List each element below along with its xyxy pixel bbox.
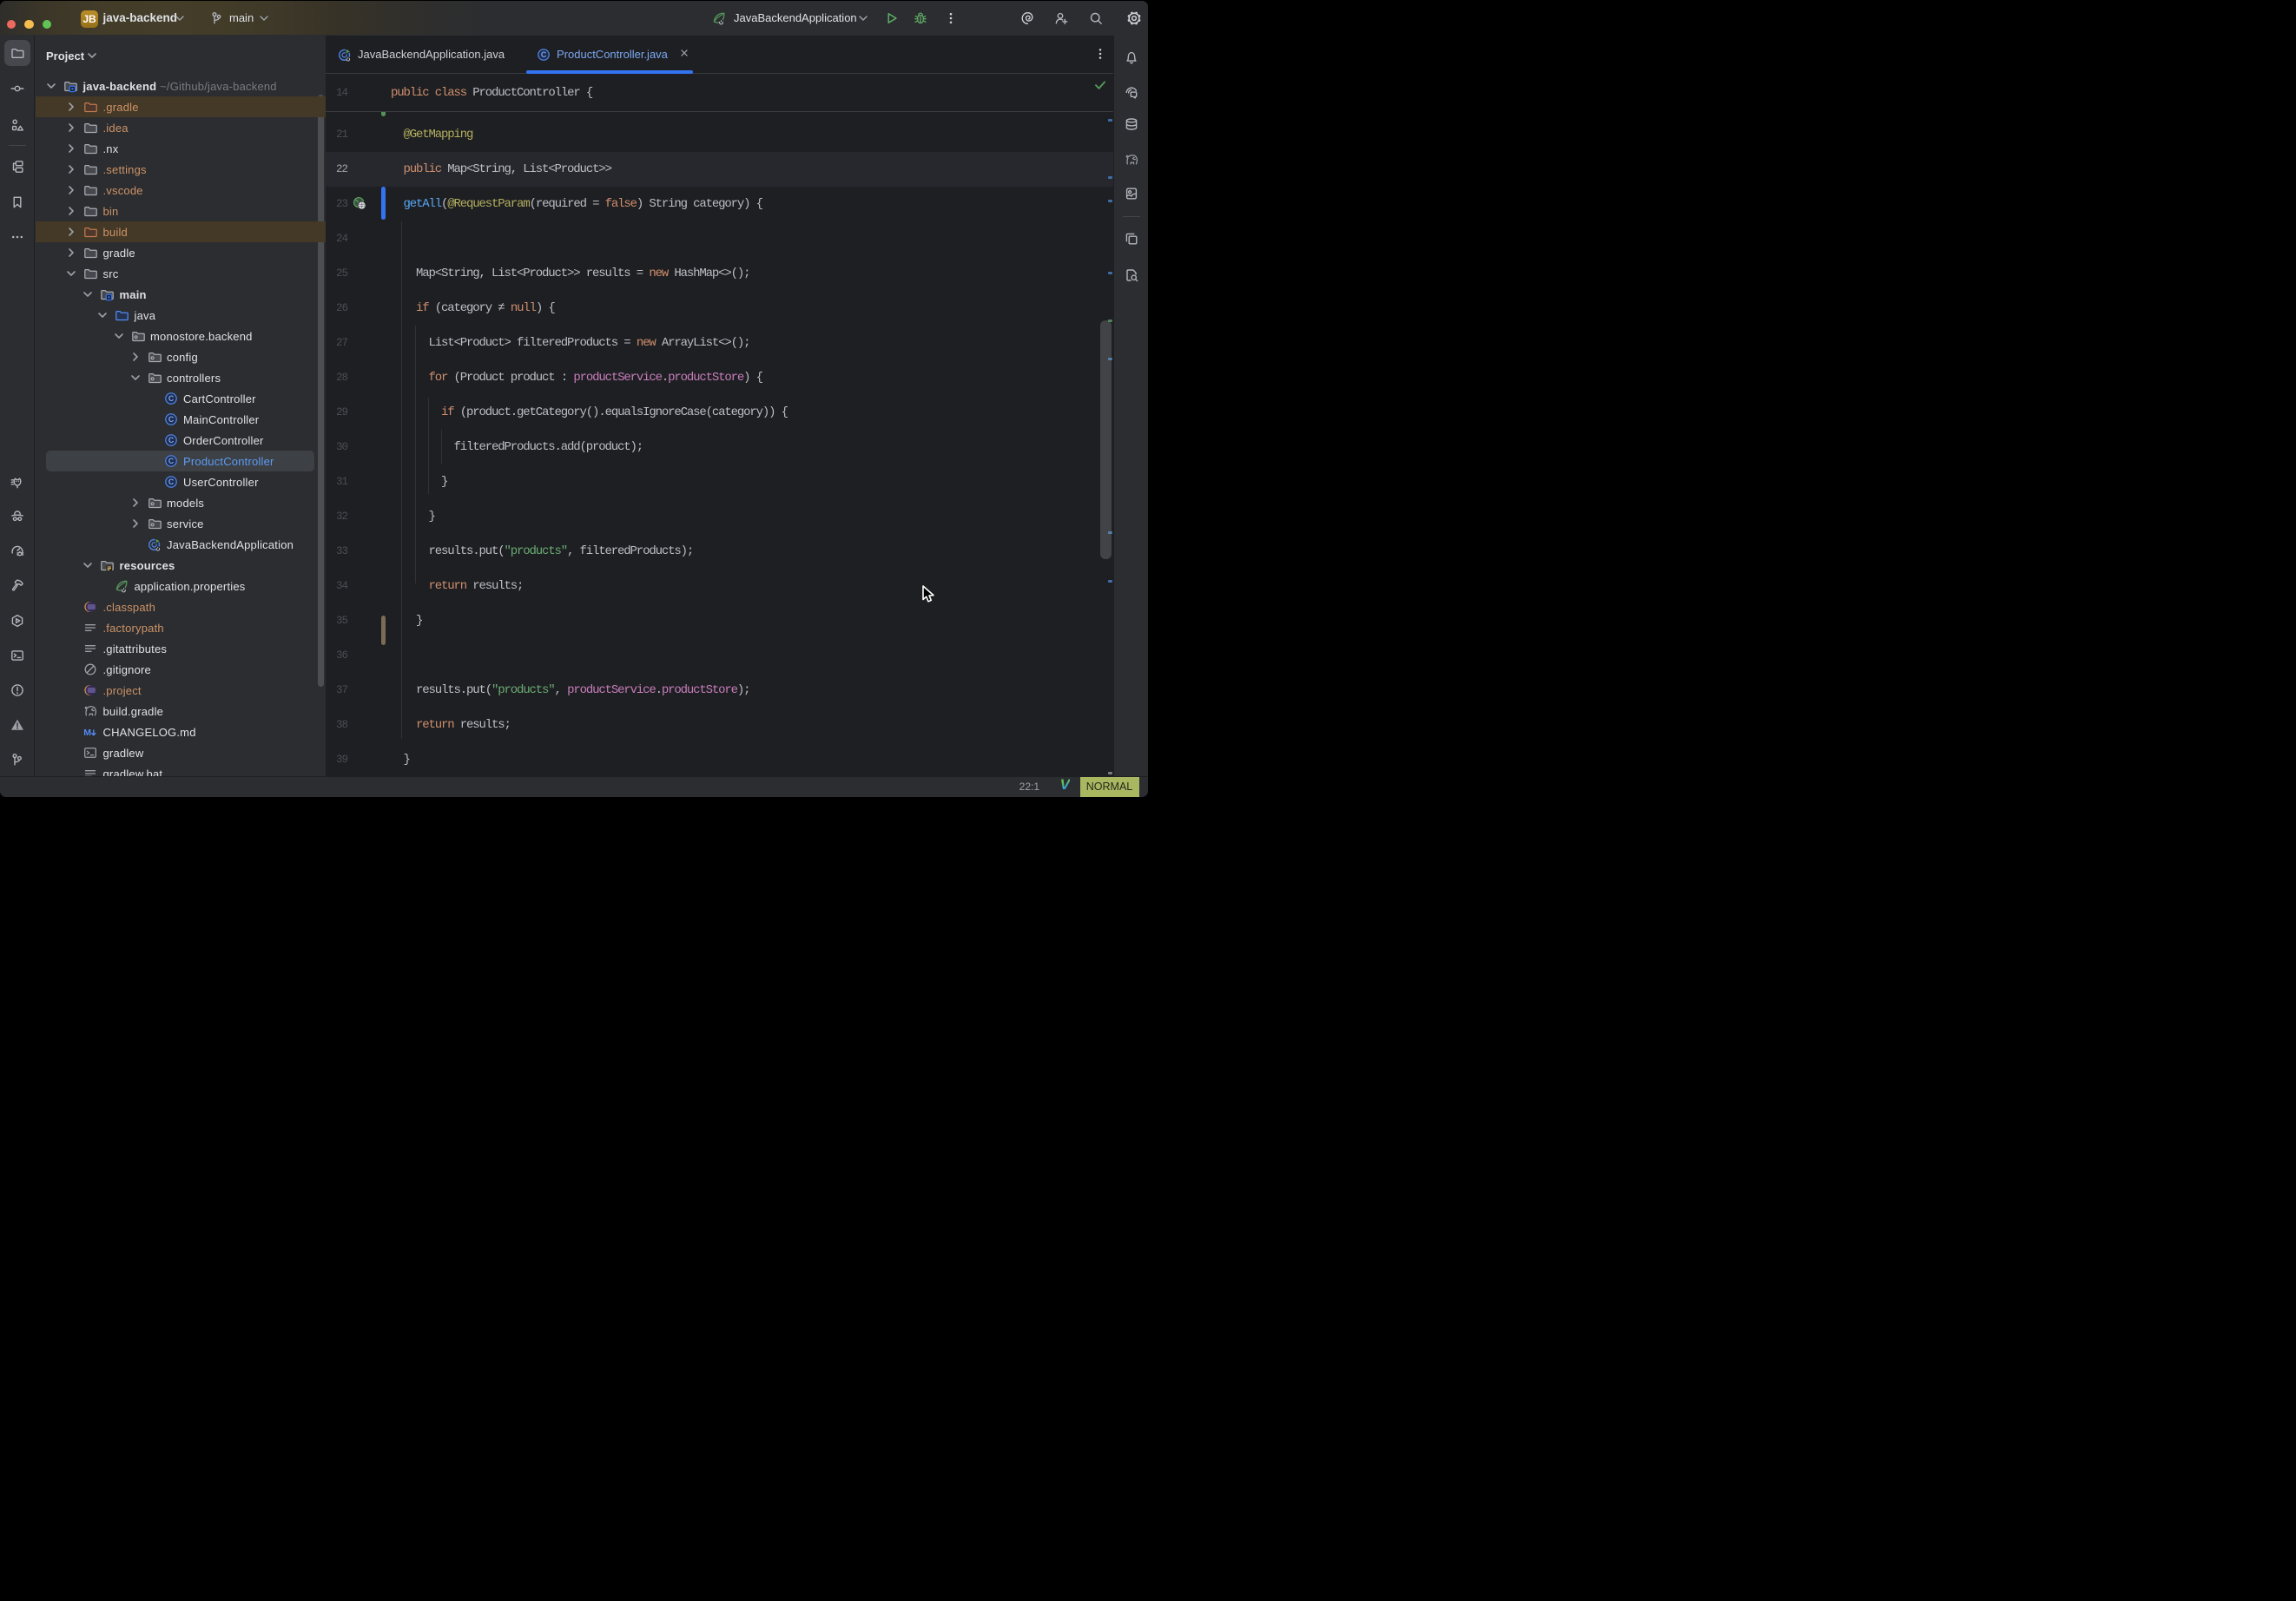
svg-text:C: C	[168, 478, 174, 486]
svg-text:C: C	[168, 394, 174, 403]
svg-text:C: C	[168, 436, 174, 445]
svg-text:C: C	[168, 457, 174, 465]
svg-text:C: C	[168, 415, 174, 424]
svg-text:C: C	[541, 50, 547, 59]
svg-text:M: M	[83, 728, 91, 738]
